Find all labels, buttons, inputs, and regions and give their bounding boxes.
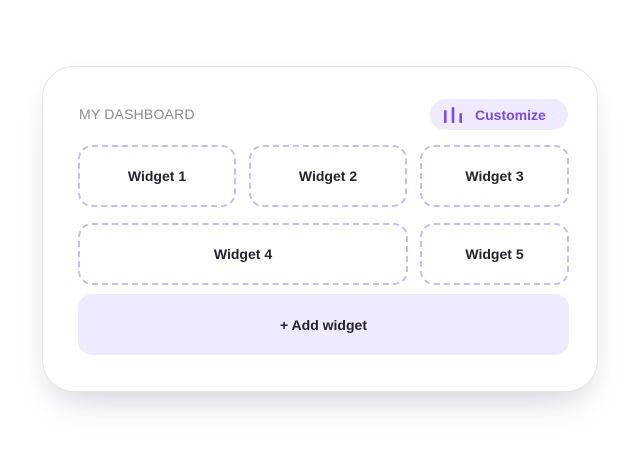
widget-label: Widget 5	[465, 246, 524, 262]
widget-2[interactable]: Widget 2	[249, 145, 407, 207]
widget-label: Widget 3	[465, 168, 524, 184]
add-widget-button[interactable]: + Add widget	[78, 294, 569, 355]
widget-4[interactable]: Widget 4	[78, 223, 408, 285]
widget-1[interactable]: Widget 1	[78, 145, 236, 207]
customize-button[interactable]: Customize	[430, 99, 568, 130]
page-background: MY DASHBOARD Customize Widget 1 Widget 2…	[0, 0, 640, 460]
widget-label: Widget 2	[298, 168, 358, 184]
widget-3[interactable]: Widget 3	[420, 145, 569, 207]
add-widget-label: + Add widget	[280, 316, 367, 333]
widget-label: Widget 1	[127, 168, 187, 184]
widget-label: Widget 4	[213, 246, 273, 262]
widget-5[interactable]: Widget 5	[420, 223, 569, 285]
customize-label: Customize	[475, 106, 546, 123]
dashboard-title: MY DASHBOARD	[79, 106, 195, 122]
bar-chart-icon	[443, 106, 463, 123]
dashboard-card: MY DASHBOARD Customize Widget 1 Widget 2…	[42, 66, 598, 392]
